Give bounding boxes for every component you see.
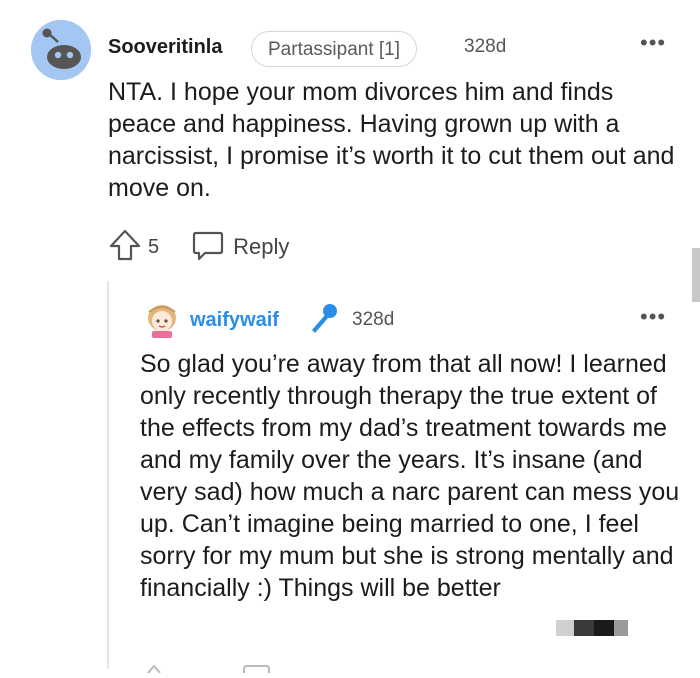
- comment-bubble-icon: [191, 228, 225, 267]
- vote-count: 5: [148, 235, 160, 258]
- comment-body: NTA. I hope your mom divorces him and fi…: [108, 78, 675, 202]
- redaction-block: [556, 620, 628, 636]
- reply-button[interactable]: Reply: [191, 228, 289, 267]
- reddit-avatar-icon: [31, 20, 91, 80]
- reply-timestamp: 328d: [352, 309, 395, 330]
- more-options-icon[interactable]: •••: [640, 304, 666, 330]
- reply-username[interactable]: waifywaif: [190, 309, 279, 332]
- reply-body: So glad you’re away from that all now! I…: [140, 350, 680, 602]
- upvote-icon[interactable]: [108, 228, 142, 267]
- comment-actions: 5 Reply: [108, 229, 289, 265]
- user-avatar[interactable]: [31, 20, 91, 80]
- reply-label: Reply: [233, 234, 290, 259]
- anime-avatar-icon: [148, 305, 176, 338]
- comment-username[interactable]: Sooveritinla: [108, 36, 222, 59]
- microphone-icon: [306, 302, 340, 336]
- comment-timestamp: 328d: [464, 36, 507, 57]
- reply-avatar[interactable]: [144, 302, 180, 338]
- reply-actions-partial: [140, 660, 340, 674]
- thread-line[interactable]: [107, 281, 109, 669]
- user-flair: Partassipant [1]: [251, 31, 418, 67]
- scrollbar[interactable]: [692, 248, 700, 302]
- more-options-icon[interactable]: •••: [640, 30, 666, 56]
